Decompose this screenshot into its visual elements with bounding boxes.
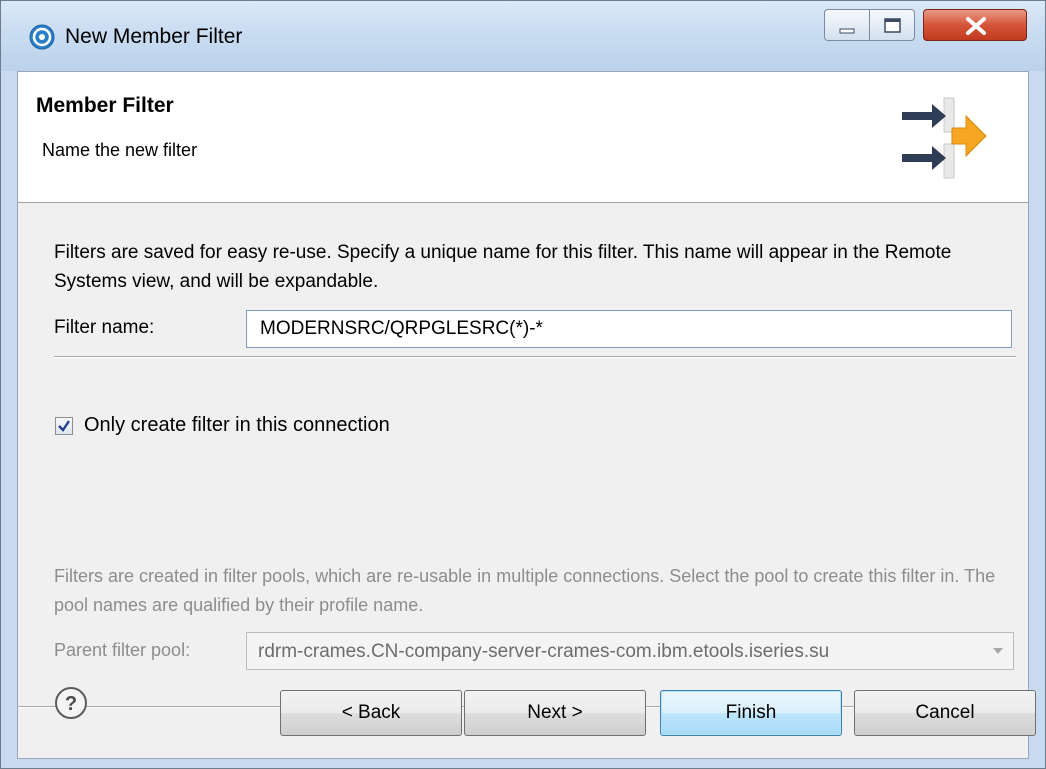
- minimize-button[interactable]: [824, 9, 870, 41]
- parent-filter-pool-label: Parent filter pool:: [54, 640, 191, 660]
- maximize-button[interactable]: [869, 9, 915, 41]
- page-subtitle: Name the new filter: [42, 140, 198, 160]
- only-this-connection-checkbox[interactable]: [55, 417, 73, 435]
- parent-filter-pool-select: rdrm-crames.CN-company-server-crames-com…: [246, 632, 1014, 670]
- filter-wizard-arrows-icon: [902, 97, 987, 179]
- checkmark-icon: [58, 420, 70, 432]
- chevron-down-icon: [993, 648, 1003, 654]
- dialog-client-area: Member Filter Name the new filter Filter…: [17, 71, 1036, 759]
- filter-name-label: Filter name:: [54, 317, 155, 338]
- dialog-window: New Member Filter Member Filter Name the…: [0, 0, 1046, 769]
- page-title: Member Filter: [36, 94, 174, 117]
- title-bar[interactable]: New Member Filter: [1, 1, 1045, 71]
- close-icon: [966, 17, 986, 35]
- close-button[interactable]: [923, 9, 1027, 41]
- pool-description: Filters are created in filter pools, whi…: [54, 566, 996, 615]
- parent-filter-pool-value: rdrm-crames.CN-company-server-crames-com…: [258, 641, 830, 662]
- app-icon: [29, 24, 55, 50]
- filter-description: Filters are saved for easy re-use. Speci…: [54, 242, 952, 292]
- help-icon[interactable]: ?: [54, 686, 88, 720]
- back-button[interactable]: < Back: [280, 690, 462, 736]
- wizard-header: Member Filter Name the new filter: [18, 72, 1028, 203]
- window-title: New Member Filter: [65, 25, 243, 48]
- minimize-icon: [839, 28, 855, 34]
- only-this-connection-label[interactable]: Only create filter in this connection: [84, 414, 390, 437]
- finish-button[interactable]: Finish: [660, 690, 842, 736]
- maximize-icon: [884, 18, 901, 33]
- cancel-button[interactable]: Cancel: [854, 690, 1036, 736]
- separator: [54, 356, 1016, 358]
- svg-text:?: ?: [65, 693, 77, 715]
- filter-name-input[interactable]: [246, 310, 1012, 348]
- next-button[interactable]: Next >: [464, 690, 646, 736]
